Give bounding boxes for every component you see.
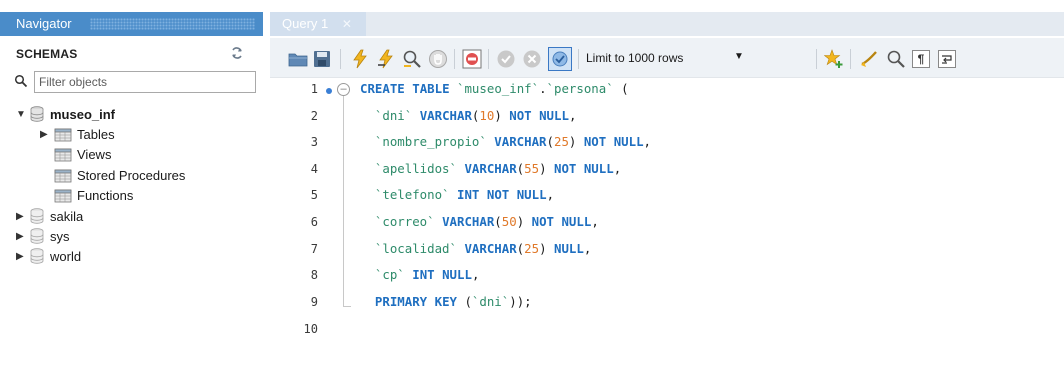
tab-strip: Query 1 ✕ <box>270 12 1064 36</box>
tab-query-1[interactable]: Query 1 ✕ <box>270 12 366 36</box>
database-icon <box>30 208 44 224</box>
code-line: `telefono` INT NOT NULL, <box>374 187 555 202</box>
invisible-chars-icon[interactable]: ¶ <box>912 50 930 68</box>
schema-name: museo_inf <box>50 106 116 122</box>
stop-icon[interactable] <box>428 49 448 69</box>
close-icon[interactable]: ✕ <box>342 17 352 31</box>
schema-name: world <box>50 248 82 264</box>
folder-icon <box>54 189 72 202</box>
tree-item-label: Views <box>77 146 112 162</box>
schema-item-sakila[interactable]: ▶ sakila <box>16 206 83 226</box>
execute-statement-icon[interactable] <box>376 49 396 69</box>
schema-name: sakila <box>50 208 84 224</box>
fold-guide-end <box>343 306 351 307</box>
collapsed-arrow-icon[interactable]: ▶ <box>16 211 26 222</box>
filter-row <box>12 71 256 93</box>
line-number: 9 <box>310 295 318 309</box>
schema-item-world[interactable]: ▶ world <box>16 246 81 266</box>
chevron-down-icon: ▼ <box>734 51 744 62</box>
line-number: 4 <box>310 162 318 176</box>
navigator-panel: Navigator SCHEMAS ▼ museo_inf ▶ <box>0 0 263 367</box>
rollback-icon[interactable] <box>522 49 542 69</box>
search-icon <box>14 74 28 88</box>
sql-editor[interactable]: 1 2 3 4 5 6 7 8 9 10 CREATE TABLE `museo… <box>270 78 1064 367</box>
beautify-icon[interactable] <box>860 49 880 69</box>
code-line: `dni` VARCHAR(10) NOT NULL, <box>374 108 577 123</box>
schemas-label: SCHEMAS <box>16 47 78 61</box>
query-editor-panel: Query 1 ✕ Limit to 1000 rows ▼ ¶ 1 2 3 4… <box>270 0 1064 367</box>
toolbar-separator <box>850 49 851 69</box>
limit-rows-label: Limit to 1000 rows <box>586 51 684 65</box>
folder-icon <box>54 148 72 161</box>
code-line: CREATE TABLE `museo_inf`.`persona` ( <box>360 81 629 96</box>
toolbar-separator <box>816 49 817 69</box>
tree-item-stored-procedures[interactable]: Stored Procedures <box>54 165 185 185</box>
line-number: 8 <box>310 268 318 282</box>
refresh-icon[interactable] <box>230 46 244 63</box>
code-line: `apellidos` VARCHAR(55) NOT NULL, <box>374 161 622 176</box>
code-line: `localidad` VARCHAR(25) NULL, <box>374 241 592 256</box>
find-icon[interactable] <box>886 49 906 69</box>
line-number: 10 <box>303 322 318 336</box>
tree-item-label: Stored Procedures <box>77 167 186 183</box>
tree-item-views[interactable]: Views <box>54 144 111 164</box>
schema-name: sys <box>50 228 70 244</box>
fold-collapse-icon[interactable]: – <box>337 83 350 96</box>
limit-rows-select[interactable]: Limit to 1000 rows ▼ <box>586 51 746 69</box>
collapsed-arrow-icon[interactable]: ▶ <box>40 129 50 140</box>
editor-toolbar: Limit to 1000 rows ▼ ¶ <box>270 38 1064 78</box>
schema-item-museo-inf[interactable]: ▼ museo_inf <box>16 104 115 124</box>
line-number: 2 <box>310 109 318 123</box>
line-number: 1 <box>310 82 318 96</box>
schemas-header: SCHEMAS <box>0 42 263 66</box>
toolbar-separator <box>340 49 341 69</box>
line-number: 6 <box>310 215 318 229</box>
execute-icon[interactable] <box>350 49 370 69</box>
line-number: 3 <box>310 135 318 149</box>
navigator-title: Navigator <box>16 16 72 31</box>
explain-icon[interactable] <box>402 49 422 69</box>
toolbar-separator <box>578 49 579 69</box>
autocommit-icon[interactable] <box>548 47 572 71</box>
schema-item-sys[interactable]: ▶ sys <box>16 226 70 246</box>
navigator-header: Navigator <box>0 12 263 36</box>
tab-label: Query 1 <box>282 16 329 31</box>
tree-item-label: Tables <box>77 126 115 142</box>
fold-guide <box>343 96 344 306</box>
tree-item-label: Functions <box>77 187 134 203</box>
add-snippet-icon[interactable] <box>824 49 844 69</box>
database-icon <box>30 106 44 122</box>
filter-objects-input[interactable] <box>34 71 256 93</box>
tree-item-functions[interactable]: Functions <box>54 185 133 205</box>
toolbar-separator <box>488 49 489 69</box>
database-icon <box>30 248 44 264</box>
code-line: `correo` VARCHAR(50) NOT NULL, <box>374 214 599 229</box>
code-line: `nombre_propio` VARCHAR(25) NOT NULL, <box>374 134 651 149</box>
collapsed-arrow-icon[interactable]: ▶ <box>16 251 26 262</box>
commit-icon[interactable] <box>496 49 516 69</box>
database-icon <box>30 228 44 244</box>
code-line: `cp` INT NULL, <box>374 267 480 282</box>
line-number: 5 <box>310 188 318 202</box>
code-line: PRIMARY KEY (`dni`)); <box>374 294 532 309</box>
toolbar-separator <box>454 49 455 69</box>
statement-marker-icon <box>326 88 332 94</box>
wrap-icon[interactable] <box>938 50 956 68</box>
toggle-error-icon[interactable] <box>462 49 482 69</box>
folder-icon <box>54 169 72 182</box>
expanded-arrow-icon[interactable]: ▼ <box>16 109 26 120</box>
folder-icon <box>54 128 72 141</box>
open-file-icon[interactable] <box>288 49 308 69</box>
tree-item-tables[interactable]: ▶ Tables <box>40 124 115 144</box>
collapsed-arrow-icon[interactable]: ▶ <box>16 231 26 242</box>
line-number: 7 <box>310 242 318 256</box>
save-icon[interactable] <box>312 49 332 69</box>
